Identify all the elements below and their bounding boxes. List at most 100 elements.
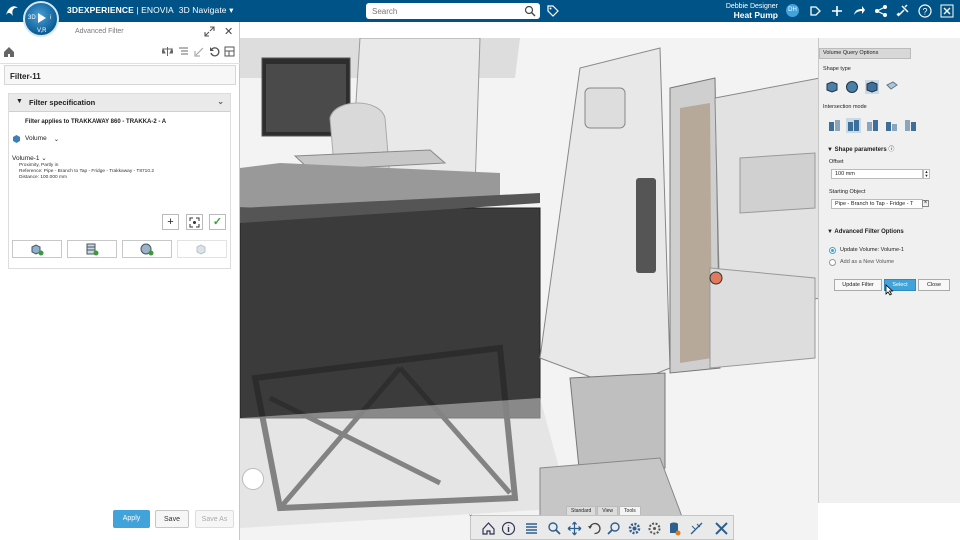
partly-in-mode-icon[interactable] xyxy=(846,118,861,133)
volume-add-icon xyxy=(31,244,44,256)
save-button[interactable]: Save xyxy=(155,510,189,528)
update-filter-button[interactable]: Update Filter xyxy=(834,279,882,291)
add-volume-button[interactable] xyxy=(12,240,62,258)
search-input[interactable] xyxy=(366,3,516,19)
action-bar: ⌄ xyxy=(468,512,734,540)
network-share-icon[interactable] xyxy=(874,4,888,18)
collapse-triangle-icon[interactable]: ▼ xyxy=(16,98,23,105)
add-spatial-filter-button[interactable] xyxy=(122,240,172,258)
tools-icon[interactable] xyxy=(896,4,910,18)
tab-standard[interactable]: Standard xyxy=(566,506,597,515)
compass-widget[interactable]: 3D i V,R xyxy=(23,1,59,37)
update-volume-radio[interactable] xyxy=(829,247,836,254)
pan-icon[interactable] xyxy=(567,521,582,536)
panel-toolbar xyxy=(0,42,240,64)
close-button[interactable]: Close xyxy=(918,279,950,291)
context-name: Heat Pump xyxy=(733,10,778,20)
volume-cube-icon xyxy=(13,135,20,143)
play-icon[interactable] xyxy=(37,12,47,24)
balance-icon[interactable] xyxy=(162,46,173,57)
help-icon[interactable]: ? xyxy=(918,4,932,18)
tab-volume-query-options[interactable]: Volume Query Options xyxy=(819,48,911,59)
shape-type-label: Shape type xyxy=(823,66,851,72)
advanced-filter-options-header[interactable]: ▼ Advanced Filter Options xyxy=(827,229,904,235)
offset-stepper[interactable]: ▲ ▼ xyxy=(923,169,930,179)
list-filter-icon[interactable] xyxy=(178,46,189,57)
add-button[interactable]: + xyxy=(162,214,179,230)
app-name[interactable]: 3D Navigate xyxy=(179,5,227,15)
starting-object-field[interactable]: Pipe - Branch to Tap - Fridge - T xyxy=(831,199,923,209)
list-icon[interactable] xyxy=(524,521,539,536)
outside-mode-icon[interactable] xyxy=(865,118,880,133)
inside-mode-icon[interactable] xyxy=(827,118,842,133)
share-icon[interactable] xyxy=(852,4,866,18)
cylinder-icon[interactable] xyxy=(667,521,682,536)
clear-icon[interactable]: × xyxy=(922,200,929,207)
rotate-icon[interactable] xyxy=(587,521,602,536)
3d-model-render[interactable] xyxy=(240,38,818,540)
chevron-down-icon: ⌄ xyxy=(53,135,60,143)
undo-icon[interactable] xyxy=(209,46,220,57)
chevron-down-icon[interactable]: ⌄ xyxy=(468,511,473,518)
plane-shape-icon[interactable] xyxy=(885,80,899,94)
3d-viewport[interactable] xyxy=(240,38,818,540)
add-new-volume-label: Add as a New Volume xyxy=(840,259,895,265)
zoom-icon[interactable] xyxy=(547,521,562,536)
apply-button[interactable]: Apply xyxy=(113,510,150,528)
fit-selection-button[interactable] xyxy=(186,214,203,230)
applies-to-text: Filter applies to TRAKKAWAY 860 - TRAKKA… xyxy=(25,119,167,125)
layout-icon[interactable] xyxy=(224,46,235,57)
volume-type-select[interactable]: Volume ⌄ xyxy=(12,134,59,143)
chevron-down-icon[interactable]: ⌄ xyxy=(217,97,224,106)
shape-parameters-header[interactable]: ▼ Shape parameters ⓘ xyxy=(827,144,894,153)
table-add-icon xyxy=(86,243,99,256)
help-icon: ⓘ xyxy=(888,147,895,153)
chevron-down-icon: ⌄ xyxy=(41,155,47,162)
gear-icon[interactable] xyxy=(627,521,642,536)
home-icon[interactable] xyxy=(3,46,15,58)
offset-input[interactable]: 100 mm xyxy=(831,169,923,179)
avatar[interactable]: DH xyxy=(786,4,799,17)
add-new-volume-radio[interactable] xyxy=(829,259,836,266)
update-volume-label: Update Volume: Volume-1 xyxy=(840,247,904,253)
add-icon[interactable] xyxy=(830,4,844,18)
save-as-button[interactable]: Save As xyxy=(195,510,234,528)
tab-tools[interactable]: Tools xyxy=(619,506,641,515)
clash-mode-icon[interactable] xyxy=(903,118,918,133)
close-icon[interactable]: ✕ xyxy=(224,25,233,38)
filter-name-field[interactable]: Filter-11 xyxy=(4,65,236,85)
tag-icon[interactable] xyxy=(546,4,559,17)
panel-title: Advanced Filter xyxy=(75,28,124,35)
spec-header[interactable]: ▼ Filter specification ⌄ xyxy=(9,94,230,112)
home-icon[interactable] xyxy=(481,521,496,536)
expand-icon[interactable] xyxy=(204,26,215,37)
search-zoom-icon[interactable] xyxy=(607,521,622,536)
close-session-icon[interactable] xyxy=(940,4,954,18)
dassault-logo-icon xyxy=(6,6,18,16)
starting-object-label: Starting Object xyxy=(829,189,866,195)
proximity-shape-icon[interactable] xyxy=(865,80,879,94)
add-attribute-filter-button[interactable] xyxy=(67,240,117,258)
measure-settings-icon[interactable] xyxy=(647,521,662,536)
partly-out-mode-icon[interactable] xyxy=(884,118,899,133)
validate-check-button[interactable]: ✓ xyxy=(209,214,226,230)
section-icon[interactable] xyxy=(689,521,704,536)
sphere-shape-icon[interactable] xyxy=(845,80,859,94)
top-bar: 3DEXPERIENCE | ENOVIA 3D Navigate ▾ Debb… xyxy=(0,0,960,22)
user-info[interactable]: Debbie Designer Heat Pump xyxy=(720,2,778,20)
info-icon[interactable] xyxy=(501,521,516,536)
add-disabled-button[interactable] xyxy=(177,240,227,258)
close-icon[interactable] xyxy=(714,521,729,536)
view-cube-icon[interactable] xyxy=(242,468,264,490)
link-icon[interactable] xyxy=(194,46,205,57)
volume-item[interactable]: Volume-1 ⌄ xyxy=(12,154,47,162)
share-tag-icon[interactable] xyxy=(808,4,822,18)
box-shape-icon[interactable] xyxy=(825,80,839,94)
chevron-down-icon[interactable]: ▾ xyxy=(229,5,233,15)
advanced-filter-panel: Advanced Filter ✕ Filter-11 ▼ Filter spe… xyxy=(0,22,240,540)
filter-specification-section: ▼ Filter specification ⌄ Filter applies … xyxy=(8,93,231,269)
search-box[interactable] xyxy=(366,3,540,19)
search-icon[interactable] xyxy=(524,5,536,17)
volume-query-options-panel: Volume Query Options Shape type Intersec… xyxy=(818,38,960,503)
tab-view[interactable]: View xyxy=(597,506,619,515)
